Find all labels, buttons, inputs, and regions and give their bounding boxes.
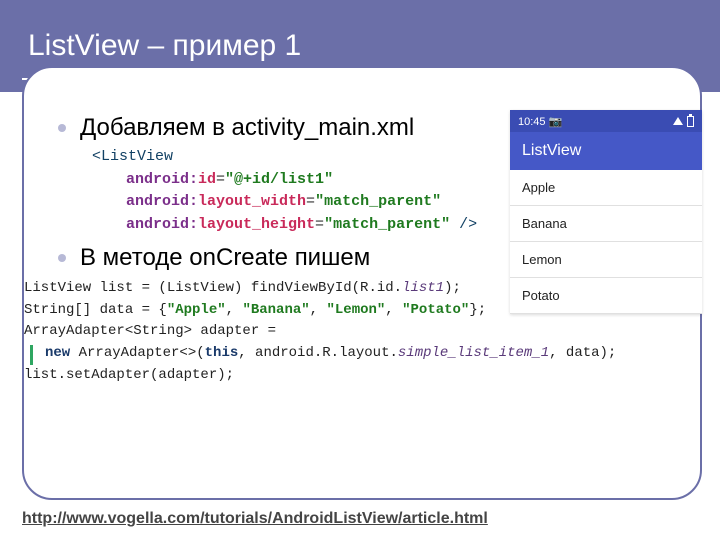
battery-icon xyxy=(687,116,694,127)
android-screenshot: 10:45 📷 ListView Apple Banana Lemon Pota… xyxy=(510,110,702,314)
bullet-dot-icon xyxy=(58,254,66,262)
camera-icon: 📷 xyxy=(549,116,563,128)
bullet-2-text: В методе onCreate пишем xyxy=(80,244,370,272)
list-item: Apple xyxy=(510,170,702,206)
app-bar: ListView xyxy=(510,132,702,170)
status-bar: 10:45 📷 xyxy=(510,110,702,132)
list-item: Banana xyxy=(510,206,702,242)
signal-icon xyxy=(673,117,683,125)
list-item: Potato xyxy=(510,278,702,314)
bullet-1-text: Добавляем в activity_main.xml xyxy=(80,114,414,142)
slide-title: ListView – пример 1 xyxy=(28,29,301,63)
content-area: Добавляем в activity_main.xml <ListView … xyxy=(22,96,702,386)
bullet-dot-icon xyxy=(58,124,66,132)
list-item: Lemon xyxy=(510,242,702,278)
app-bar-title: ListView xyxy=(522,142,581,160)
status-time: 10:45 📷 xyxy=(518,115,562,128)
source-link[interactable]: http://www.vogella.com/tutorials/Android… xyxy=(22,510,488,528)
